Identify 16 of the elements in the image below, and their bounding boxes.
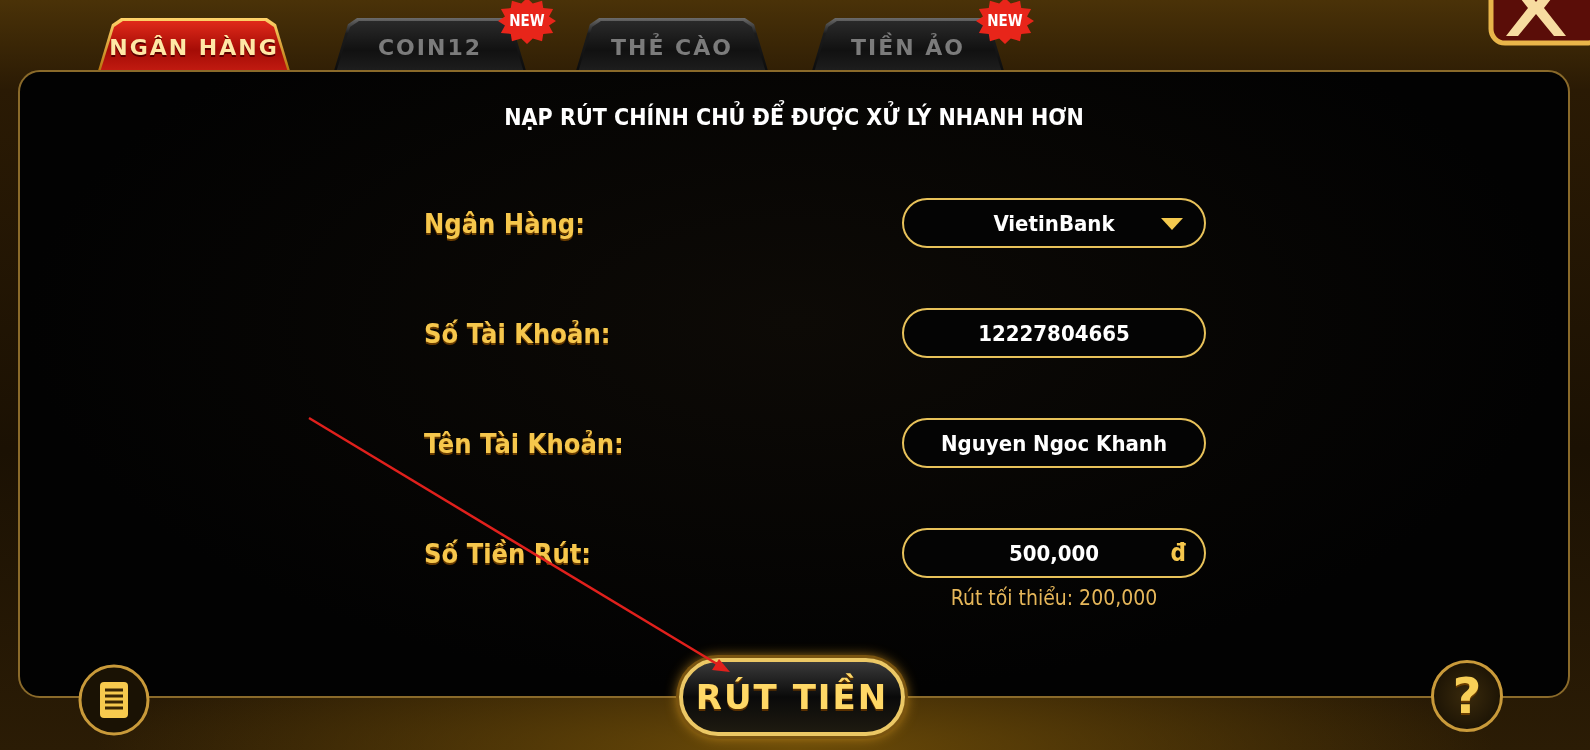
field-label: Số Tiền Rút: <box>424 537 593 569</box>
field-label: Số Tài Khoản: <box>424 317 612 349</box>
new-badge: NEW <box>498 0 556 44</box>
hint-text: Rút tối thiểu: 200,000 <box>949 586 1159 610</box>
new-badge: NEW <box>976 0 1034 44</box>
currency-unit: đ <box>1170 539 1186 567</box>
field-label: Tên Tài Khoản: <box>424 427 625 459</box>
amount-field[interactable]: 500,000 đ <box>902 528 1206 578</box>
notes-icon[interactable] <box>78 664 150 736</box>
help-button[interactable]: ? <box>1431 660 1503 732</box>
field-label: Ngân Hàng: <box>424 207 586 239</box>
input-field[interactable]: Nguyen Ngoc Khanh <box>902 418 1206 468</box>
dropdown-field[interactable]: VietinBank <box>902 198 1206 248</box>
withdraw-button[interactable]: RÚT TIỀN <box>679 658 905 736</box>
input-field[interactable]: 12227804665 <box>902 308 1206 358</box>
caret-icon <box>1160 217 1184 231</box>
